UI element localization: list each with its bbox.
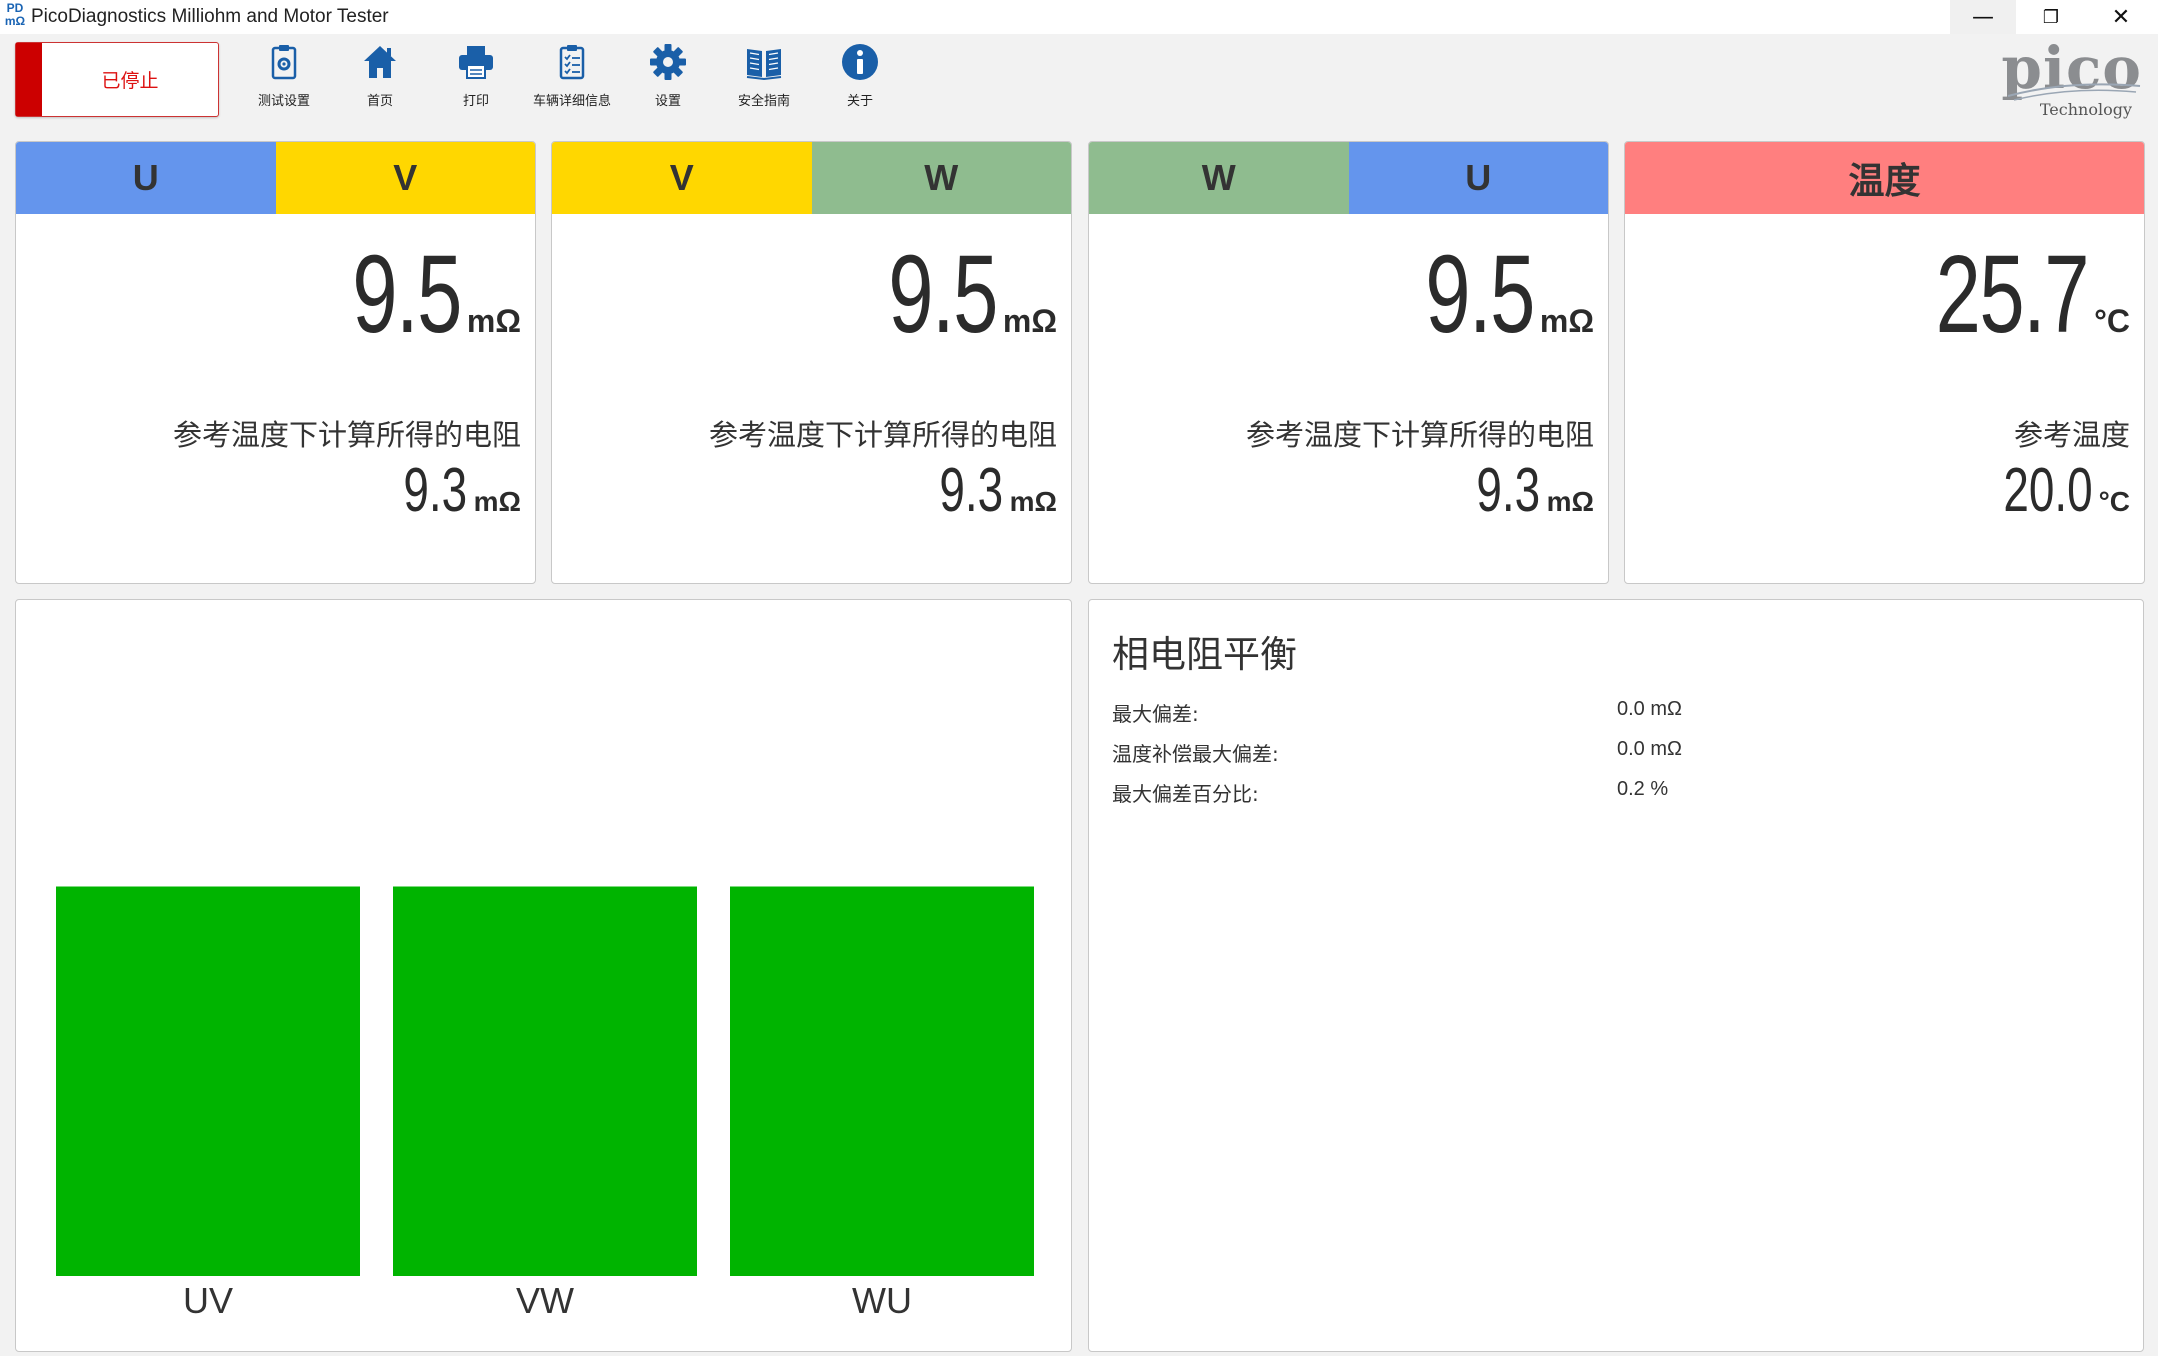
vehicle-details-button[interactable]: 车辆详细信息 (522, 42, 622, 112)
ref-resistance-unit: mΩ (1546, 486, 1594, 517)
max-deviation-percent-value: 0.2 % (1617, 778, 1669, 800)
resistance-reading: 9.5 mΩ (1387, 240, 1594, 350)
home-label: 首页 (366, 94, 393, 109)
run-stop-label: 已停止 (101, 70, 159, 92)
resistance-value: 9.5 (352, 233, 462, 356)
bar-wu (730, 886, 1034, 1276)
card-header: V W (552, 142, 1071, 214)
window-title: PicoDiagnostics Milliohm and Motor Teste… (31, 6, 389, 27)
settings-button[interactable]: 设置 (618, 42, 718, 112)
info-icon (842, 44, 878, 80)
resistance-reading: 9.5 mΩ (850, 240, 1057, 350)
ref-resistance-reading: 9.3 mΩ (1454, 460, 1594, 522)
about-button[interactable]: 关于 (810, 42, 910, 112)
ref-resistance-label: 参考温度下计算所得的电阻 (172, 418, 521, 452)
phase-u-label: U (16, 142, 276, 214)
card-temperature: 温度 25.7 °C 参考温度 20.0 °C (1624, 141, 2145, 584)
run-stop-button[interactable]: 已停止 (15, 42, 219, 117)
phase-v-label: V (275, 142, 535, 214)
temperature-value: 25.7 (1935, 233, 2090, 356)
ref-resistance-label: 参考温度下计算所得的电阻 (1245, 418, 1594, 452)
test-settings-label: 测试设置 (257, 94, 310, 109)
phase-v-label: V (552, 142, 812, 214)
max-deviation-percent-label: 最大偏差百分比: (1112, 782, 1259, 806)
ref-resistance-label: 参考温度下计算所得的电阻 (708, 418, 1057, 452)
ref-resistance-value: 9.3 (939, 456, 1004, 525)
restore-icon: ❐ (2042, 6, 2060, 28)
ref-resistance-reading: 9.3 mΩ (381, 460, 521, 522)
phase-w-label: W (1089, 142, 1349, 214)
safety-guide-label: 安全指南 (737, 94, 790, 109)
ref-temperature-value: 20.0 (2003, 456, 2093, 525)
resistance-value: 9.5 (1425, 233, 1535, 356)
minimize-button[interactable]: — (1950, 0, 2016, 34)
maximize-button[interactable]: ❐ (2018, 0, 2084, 34)
card-wu: W U 9.5 mΩ 参考温度下计算所得的电阻 9.3 mΩ (1088, 141, 1609, 584)
max-deviation-value: 0.0 mΩ (1617, 698, 1682, 720)
card-header: 温度 (1625, 142, 2144, 214)
resistance-reading: 9.5 mΩ (314, 240, 521, 350)
vehicle-details-icon (559, 45, 585, 80)
test-settings-button[interactable]: 测试设置 (234, 42, 334, 112)
close-icon: ✕ (2111, 4, 2131, 30)
bar-vw (393, 886, 697, 1276)
print-label: 打印 (462, 94, 489, 109)
balance-bar-chart: UV VW WU (56, 886, 1034, 1321)
test-settings-icon (271, 45, 297, 80)
minimize-icon: — (1972, 4, 1994, 30)
settings-label: 设置 (654, 94, 681, 109)
home-button[interactable]: 首页 (330, 42, 430, 112)
bar-label-vw: VW (516, 1280, 574, 1321)
temperature-reading: 25.7 °C (1882, 240, 2130, 350)
close-button[interactable]: ✕ (2088, 0, 2154, 34)
phase-u-label: U (1348, 142, 1608, 214)
card-header: W U (1089, 142, 1608, 214)
temperature-label: 温度 (1625, 142, 2144, 214)
vehicle-details-label: 车辆详细信息 (532, 94, 611, 109)
ref-resistance-value: 9.3 (1476, 456, 1541, 525)
title-bar: PD mΩ PicoDiagnostics Milliohm and Motor… (0, 0, 2158, 34)
ref-temperature-label: 参考温度 (2013, 418, 2130, 452)
home-icon (364, 46, 396, 78)
temperature-unit: °C (2094, 303, 2130, 339)
book-icon (746, 49, 782, 81)
temp-comp-max-deviation-value: 0.0 mΩ (1617, 738, 1682, 760)
bar-uv (56, 886, 360, 1276)
ref-resistance-unit: mΩ (473, 486, 521, 517)
about-label: 关于 (846, 94, 873, 109)
safety-guide-button[interactable]: 安全指南 (714, 42, 814, 112)
card-header: U V (16, 142, 535, 214)
bar-label-uv: UV (183, 1280, 233, 1321)
print-button[interactable]: 打印 (426, 42, 526, 112)
resistance-unit: mΩ (1539, 303, 1594, 339)
ref-resistance-value: 9.3 (403, 456, 468, 525)
app-icon-bottom: mΩ (4, 14, 26, 28)
temp-comp-max-deviation-label: 温度补偿最大偏差: (1112, 742, 1279, 766)
balance-title: 相电阻平衡 (1112, 633, 1297, 676)
printer-icon (459, 46, 493, 79)
pico-logo: pico Technology (1968, 36, 2148, 122)
phase-w-label: W (811, 142, 1071, 214)
ref-resistance-unit: mΩ (1009, 486, 1057, 517)
stop-indicator (16, 43, 42, 116)
logo-subtitle: Technology (2039, 100, 2132, 119)
ref-temperature-reading: 20.0 °C (1972, 460, 2130, 522)
max-deviation-label: 最大偏差: (1112, 702, 1199, 726)
card-uv: U V 9.5 mΩ 参考温度下计算所得的电阻 9.3 mΩ (15, 141, 536, 584)
card-vw: V W 9.5 mΩ 参考温度下计算所得的电阻 9.3 mΩ (551, 141, 1072, 584)
ref-temperature-unit: °C (2098, 486, 2130, 517)
balance-chart-panel: UV VW WU (15, 599, 1072, 1352)
ref-resistance-reading: 9.3 mΩ (917, 460, 1057, 522)
phase-balance-panel: 相电阻平衡 最大偏差: 0.0 mΩ 温度补偿最大偏差: 0.0 mΩ 最大偏差… (1088, 599, 2144, 1352)
resistance-value: 9.5 (888, 233, 998, 356)
bar-label-wu: WU (852, 1280, 912, 1321)
resistance-unit: mΩ (1002, 303, 1057, 339)
resistance-unit: mΩ (466, 303, 521, 339)
gear-icon (650, 44, 686, 80)
app-icon: PD mΩ (4, 2, 26, 32)
